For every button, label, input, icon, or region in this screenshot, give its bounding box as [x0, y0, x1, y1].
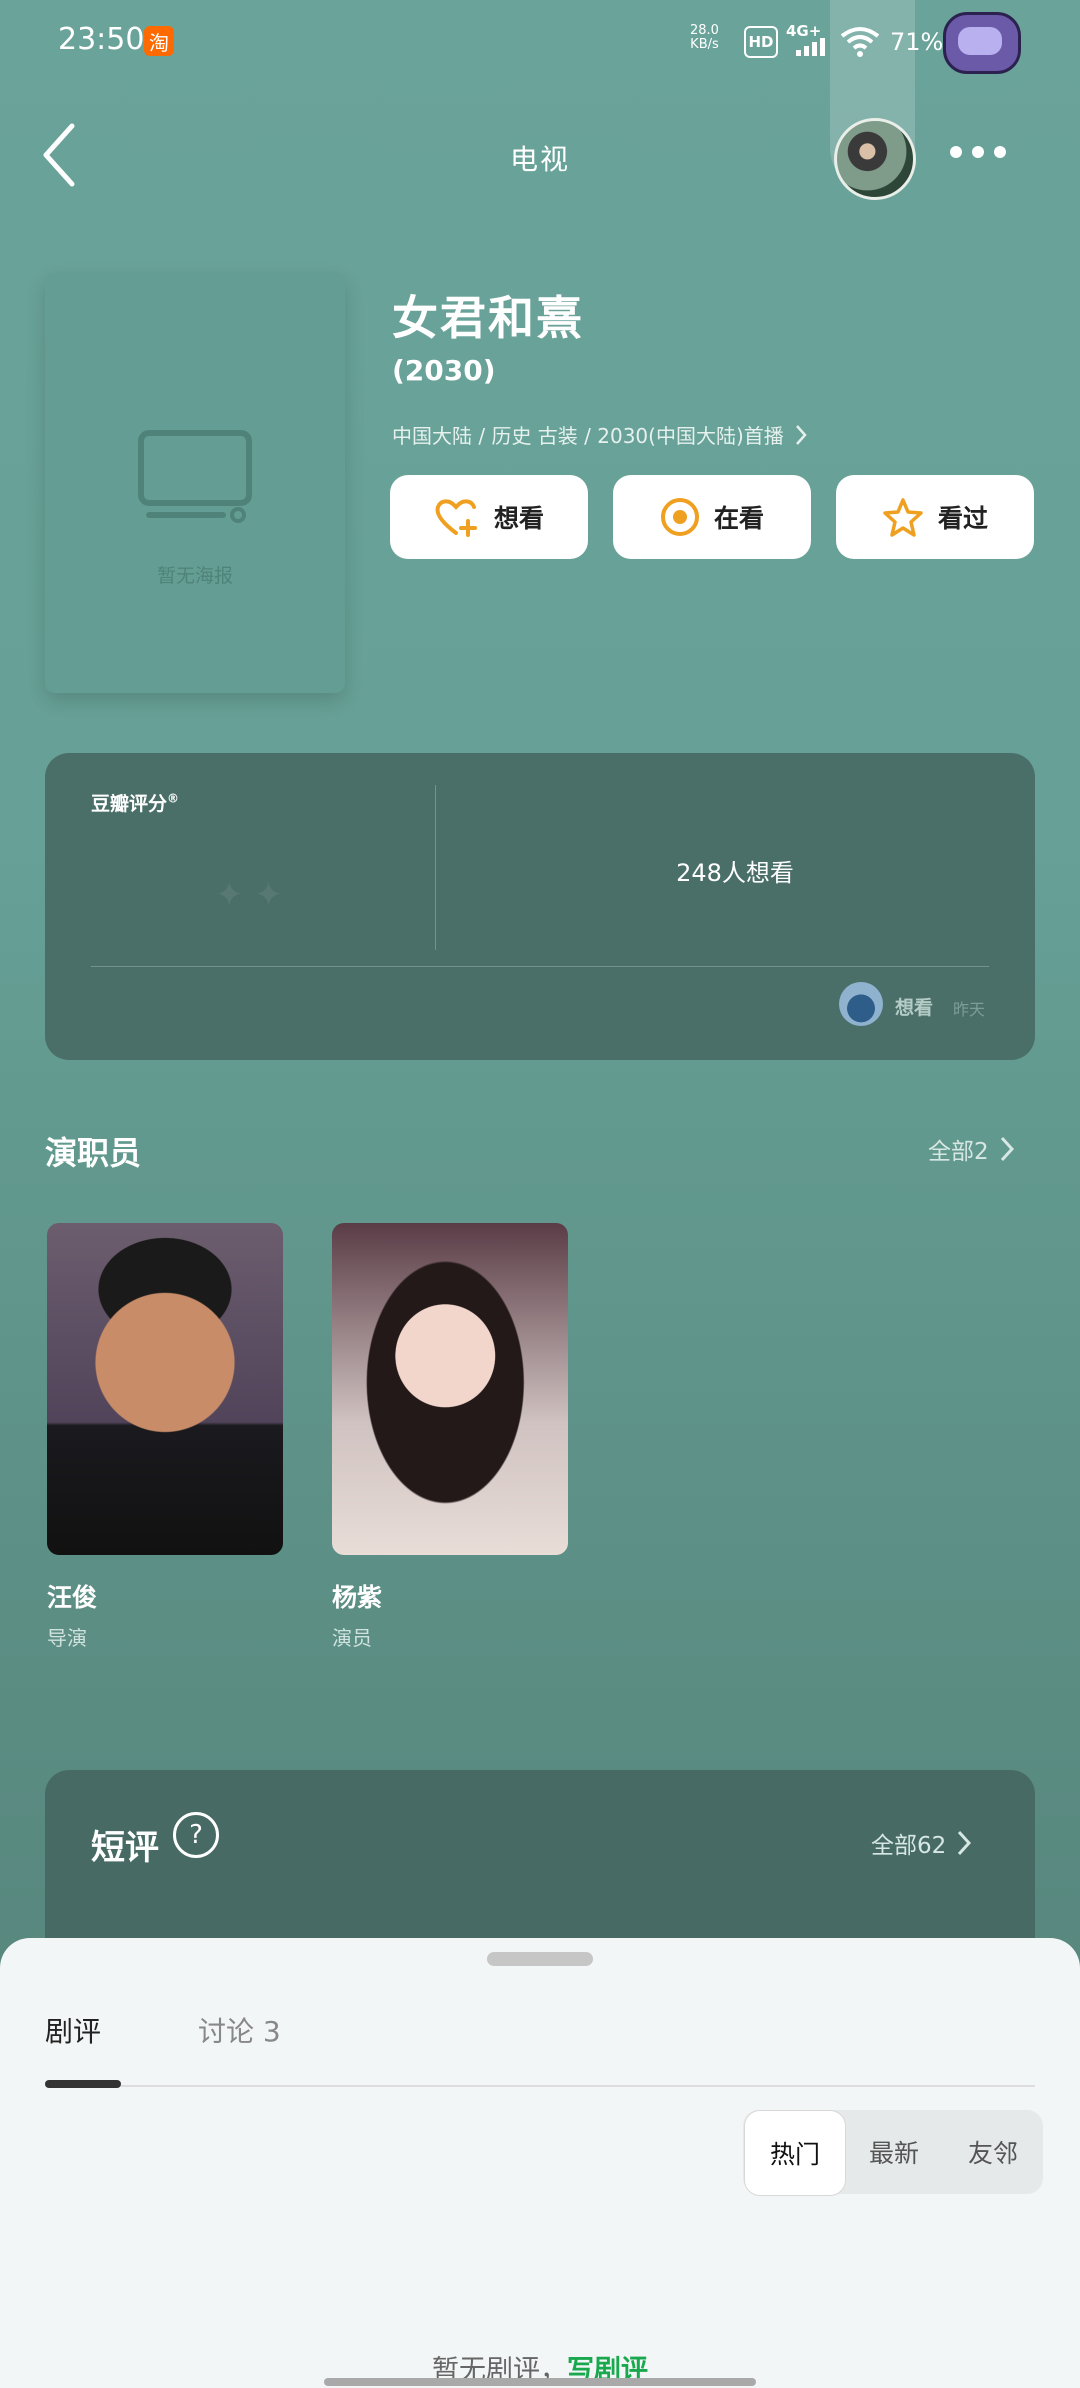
network-speed-unit: KB/s: [690, 37, 719, 52]
short-reviews-more-label: 全部62: [871, 1833, 947, 1859]
want-to-watch-label: 想看: [493, 504, 544, 533]
target-icon: [660, 498, 699, 536]
dot-icon: [950, 146, 962, 158]
watched-label: 看过: [937, 504, 988, 533]
show-year: (2030): [392, 354, 496, 387]
heart-plus-icon: [435, 499, 477, 537]
cast-name[interactable]: 杨紫: [332, 1578, 382, 1614]
network-speed-value: 28.0: [690, 23, 719, 38]
show-title: 女君和熹: [392, 291, 584, 345]
friend-time: 昨天: [953, 1000, 986, 1019]
poster-placeholder-text: 暂无海报: [156, 565, 233, 587]
show-meta[interactable]: 中国大陆 / 历史 古装 / 2030(中国大陆)首播: [392, 420, 808, 449]
sort-hot-button[interactable]: 热门: [744, 2110, 846, 2196]
rating-divider: [91, 966, 989, 967]
rating-label-text: 豆瓣评分: [91, 793, 168, 815]
help-icon[interactable]: ?: [173, 1812, 219, 1858]
cast-role: 演员: [332, 1626, 372, 1650]
sort-segmented-control: 热门 最新 友邻: [743, 2110, 1043, 2196]
cast-role: 导演: [47, 1626, 87, 1650]
rating-label-mark: ®: [167, 791, 180, 806]
watching-button[interactable]: 在看: [613, 475, 811, 559]
show-meta-text: 中国大陆 / 历史 古装 / 2030(中国大陆)首播: [392, 424, 784, 448]
battery-icon: [943, 12, 1021, 74]
rating-card[interactable]: 豆瓣评分® ✦ ✦ 248人想看 想看 昨天: [45, 753, 1035, 1060]
network-speed: 28.0 KB/s: [690, 24, 719, 52]
back-button[interactable]: [38, 118, 88, 192]
short-reviews-title: 短评: [91, 1828, 159, 1868]
reviews-bottom-sheet: 剧评 讨论 3 热门 最新 友邻 暂无剧评，写剧评: [0, 1938, 1080, 2388]
rating-label: 豆瓣评分®: [91, 789, 179, 816]
taobao-notification-icon: 淘: [144, 26, 174, 56]
chevron-right-icon: [1000, 1136, 1014, 1162]
user-avatar[interactable]: [834, 118, 916, 200]
tab-reviews[interactable]: 剧评: [45, 2010, 101, 2050]
tab-indicator: [45, 2080, 121, 2088]
chevron-right-icon: [795, 424, 807, 445]
sort-friends-button[interactable]: 友邻: [943, 2110, 1043, 2194]
signal-icon: [796, 38, 825, 56]
dot-icon: [994, 146, 1006, 158]
more-options-button[interactable]: [950, 146, 1006, 158]
star-icon: [883, 498, 923, 537]
cast-more-link[interactable]: 全部2: [928, 1132, 1015, 1166]
sort-latest-button[interactable]: 最新: [844, 2110, 944, 2194]
short-reviews-more-link[interactable]: 全部62: [871, 1826, 972, 1860]
dot-icon: [972, 146, 984, 158]
poster-placeholder[interactable]: 暂无海报: [45, 273, 345, 693]
cast-section-title: 演职员: [45, 1134, 142, 1172]
tab-discussions[interactable]: 讨论 3: [198, 2010, 281, 2050]
want-count: 248人想看: [676, 859, 794, 887]
want-to-watch-button[interactable]: 想看: [390, 475, 588, 559]
watching-label: 在看: [713, 504, 764, 533]
cast-photo[interactable]: [332, 1223, 568, 1555]
hd-icon: HD: [744, 26, 778, 58]
tab-divider: [45, 2085, 1035, 2087]
sheet-drag-handle[interactable]: [487, 1952, 593, 1966]
status-time: 23:50: [58, 22, 145, 57]
friend-avatar[interactable]: [839, 982, 883, 1026]
short-reviews-card: 短评 ? 全部62: [45, 1770, 1035, 1950]
chevron-right-icon: [958, 1830, 972, 1856]
friend-action: 想看: [895, 997, 934, 1019]
tv-icon: [138, 430, 252, 523]
watched-button[interactable]: 看过: [836, 475, 1034, 559]
cast-photo[interactable]: [47, 1223, 283, 1555]
page-title: 电视: [509, 143, 570, 176]
rating-empty-icon: ✦ ✦: [215, 875, 283, 915]
cast-more-label: 全部2: [928, 1139, 989, 1165]
cast-name[interactable]: 汪俊: [47, 1578, 97, 1614]
home-indicator[interactable]: [324, 2378, 756, 2386]
